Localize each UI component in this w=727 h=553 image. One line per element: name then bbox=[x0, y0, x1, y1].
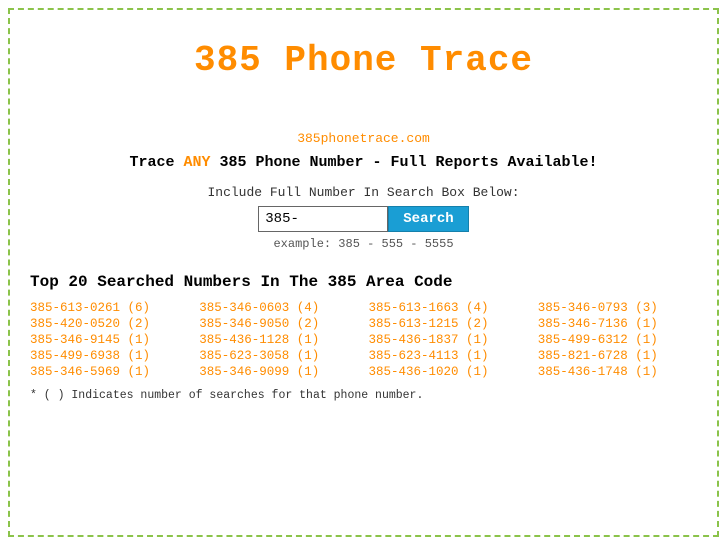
tagline-any: ANY bbox=[183, 154, 210, 171]
phone-link[interactable]: 385-346-9050 (2) bbox=[199, 317, 358, 331]
phone-link[interactable]: 385-420-0520 (2) bbox=[30, 317, 189, 331]
phone-link[interactable]: 385-499-6938 (1) bbox=[30, 349, 189, 363]
phone-link[interactable]: 385-346-9099 (1) bbox=[199, 365, 358, 379]
phone-link[interactable]: 385-613-1215 (2) bbox=[369, 317, 528, 331]
title-area: 385 Phone Trace bbox=[30, 20, 697, 91]
phone-link[interactable]: 385-346-5969 (1) bbox=[30, 365, 189, 379]
tagline-start: Trace bbox=[129, 154, 183, 171]
numbers-grid: 385-613-0261 (6) 385-346-0603 (4) 385-613-… bbox=[30, 301, 697, 379]
content-area: 385phonetrace.com Trace ANY 385 Phone Nu… bbox=[30, 131, 697, 251]
phone-link[interactable]: 385-346-9145 (1) bbox=[30, 333, 189, 347]
phone-link[interactable]: 385-346-0793 (3) bbox=[538, 301, 697, 315]
search-label: Include Full Number In Search Box Below: bbox=[30, 185, 697, 200]
phone-link[interactable]: 385-821-6728 (1) bbox=[538, 349, 697, 363]
site-url: 385phonetrace.com bbox=[30, 131, 697, 146]
top-numbers-title: Top 20 Searched Numbers In The 385 Area … bbox=[30, 273, 697, 291]
phone-link[interactable]: 385-346-7136 (1) bbox=[538, 317, 697, 331]
main-container: 385 Phone Trace 385phonetrace.com Trace … bbox=[8, 8, 719, 537]
page-title: 385 Phone Trace bbox=[30, 40, 697, 81]
phone-link[interactable]: 385-613-0261 (6) bbox=[30, 301, 189, 315]
phone-link[interactable]: 385-436-1020 (1) bbox=[369, 365, 528, 379]
phone-link[interactable]: 385-623-4113 (1) bbox=[369, 349, 528, 363]
phone-link[interactable]: 385-436-1128 (1) bbox=[199, 333, 358, 347]
phone-link[interactable]: 385-499-6312 (1) bbox=[538, 333, 697, 347]
phone-link[interactable]: 385-613-1663 (4) bbox=[369, 301, 528, 315]
top-numbers-section: Top 20 Searched Numbers In The 385 Area … bbox=[30, 273, 697, 402]
search-button[interactable]: Search bbox=[388, 206, 468, 232]
footnote: * ( ) Indicates number of searches for t… bbox=[30, 389, 697, 402]
phone-link[interactable]: 385-436-1748 (1) bbox=[538, 365, 697, 379]
phone-link[interactable]: 385-623-3058 (1) bbox=[199, 349, 358, 363]
tagline: Trace ANY 385 Phone Number - Full Report… bbox=[30, 154, 697, 171]
phone-link[interactable]: 385-346-0603 (4) bbox=[199, 301, 358, 315]
search-example: example: 385 - 555 - 5555 bbox=[30, 237, 697, 251]
search-input[interactable] bbox=[258, 206, 388, 232]
tagline-end: 385 Phone Number - Full Reports Availabl… bbox=[210, 154, 597, 171]
search-row: Search bbox=[30, 206, 697, 232]
phone-link[interactable]: 385-436-1837 (1) bbox=[369, 333, 528, 347]
